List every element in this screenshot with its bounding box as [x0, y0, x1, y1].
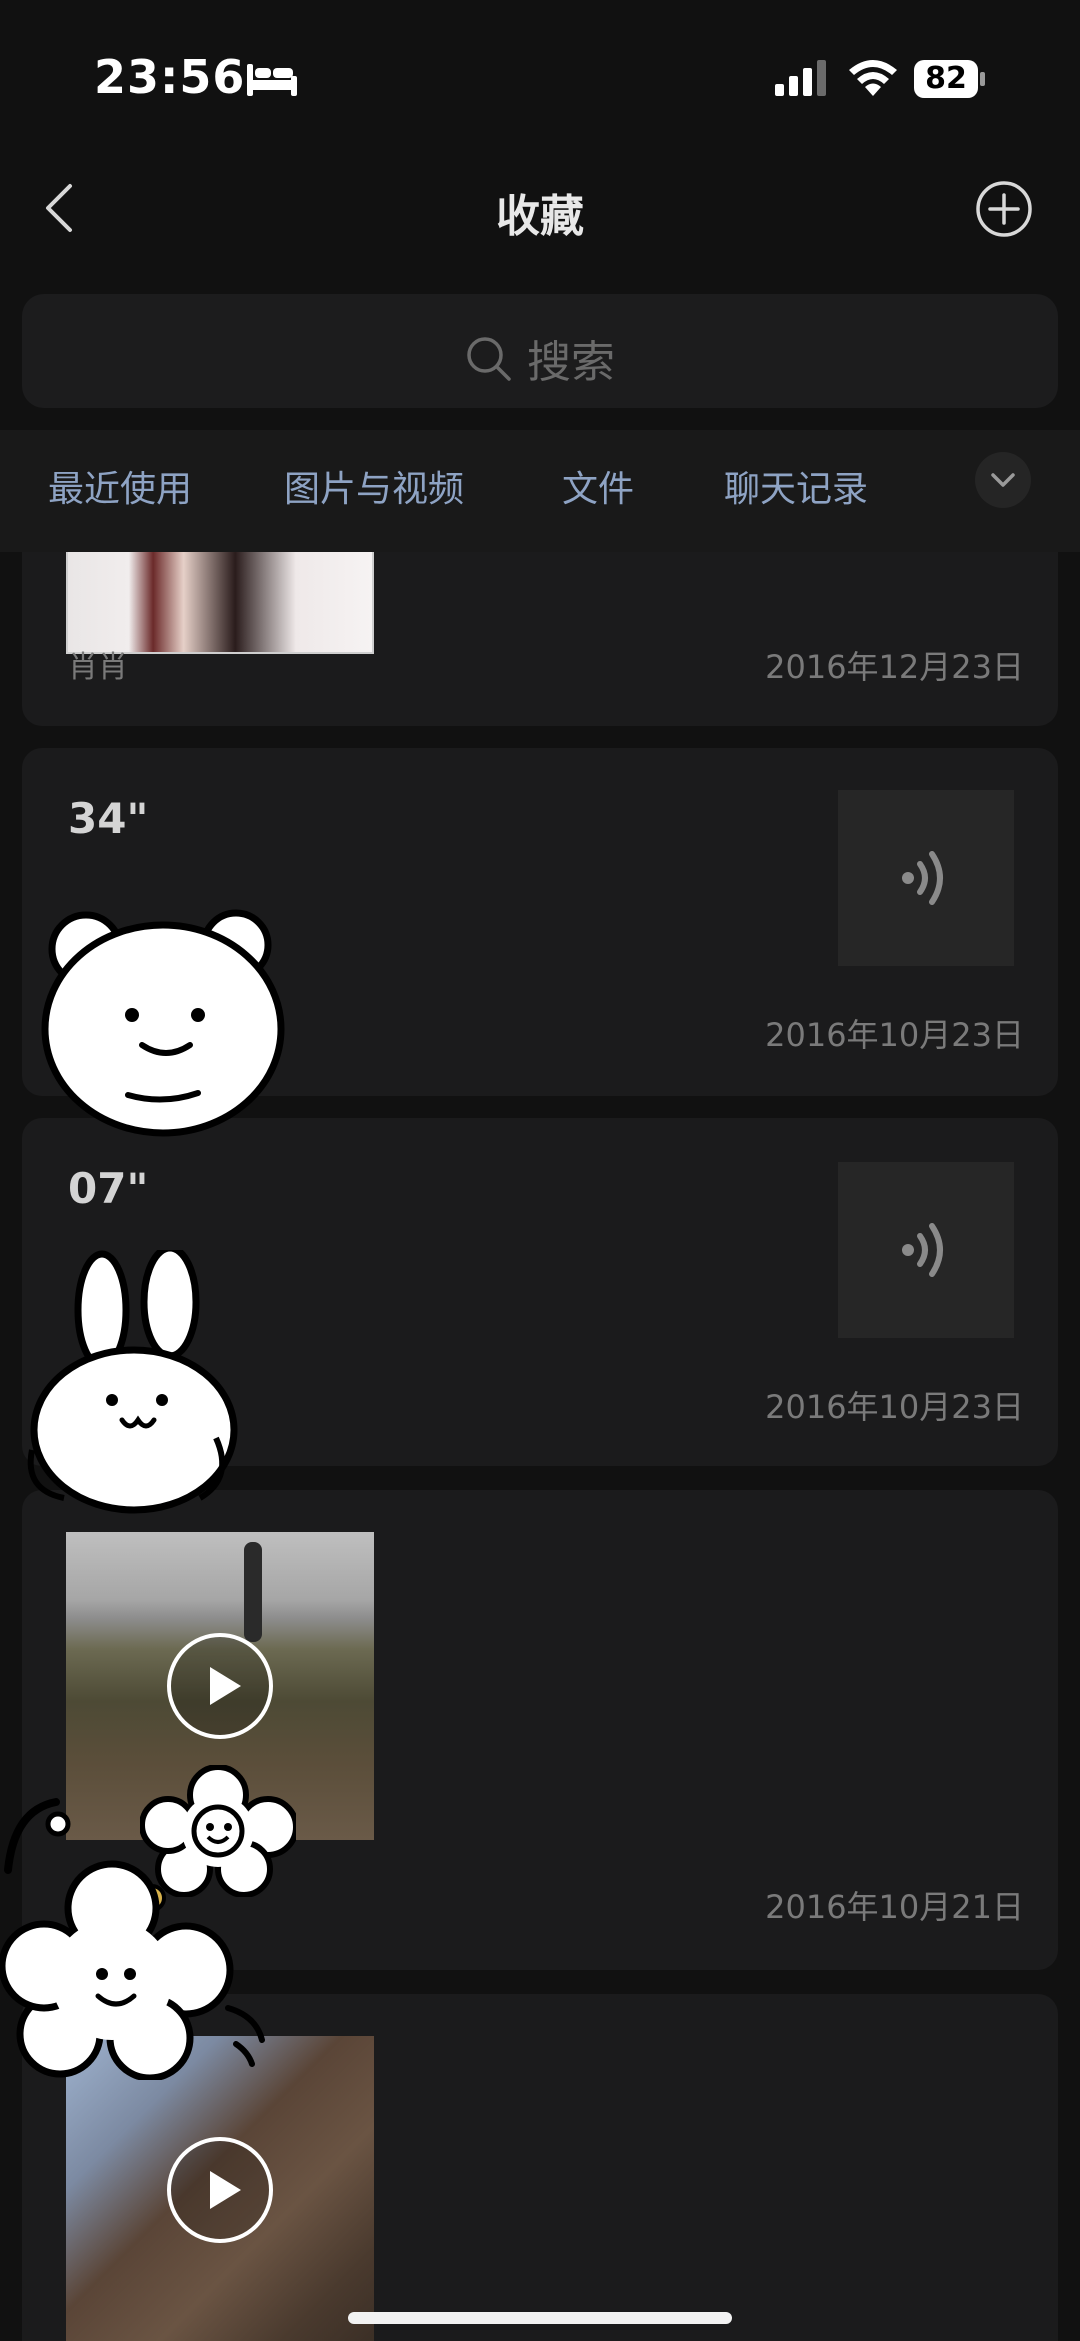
voice-wave-icon	[902, 851, 943, 905]
tab-recent[interactable]: 最近使用	[48, 460, 192, 512]
search-bar[interactable]: 搜索	[22, 294, 1058, 408]
home-indicator[interactable]	[348, 2312, 732, 2324]
search-field[interactable]: 搜索	[22, 326, 1058, 390]
page-title: 收藏	[496, 191, 584, 242]
play-icon[interactable]	[165, 1631, 275, 1741]
wifi-icon	[849, 60, 897, 96]
voice-wave-icon	[902, 1223, 943, 1277]
item-date: 2016年12月23日	[765, 648, 1024, 686]
bear-sticker	[41, 909, 285, 1137]
tab-chat-history[interactable]: 聊天记录	[724, 460, 868, 512]
tab-images-videos[interactable]: 图片与视频	[284, 460, 464, 512]
big-flower-sticker	[0, 1798, 265, 2080]
tabs-more-button[interactable]	[975, 452, 1031, 508]
bunny-sticker	[27, 1250, 238, 1514]
status-time: 23:56	[94, 50, 246, 104]
voice-duration: 34"	[68, 794, 149, 843]
chevron-down-icon	[991, 473, 1015, 487]
item-date: 2016年10月23日	[765, 1388, 1024, 1426]
voice-play-button[interactable]	[838, 790, 1014, 966]
plus-circle-icon[interactable]	[975, 180, 1033, 238]
sleep-bed-icon	[247, 64, 297, 96]
item-source: 肖肖	[68, 650, 128, 685]
battery-level: 82	[914, 60, 978, 98]
battery-tip	[980, 72, 985, 86]
video-thumbnail[interactable]	[66, 2036, 374, 2341]
tab-files[interactable]: 文件	[562, 460, 634, 512]
cellular-signal-icon	[775, 60, 826, 96]
voice-duration: 07"	[68, 1164, 149, 1213]
search-icon	[467, 337, 511, 381]
play-icon[interactable]	[165, 2135, 275, 2245]
video-figure	[244, 1542, 262, 1642]
item-date: 2016年10月21日	[765, 1888, 1024, 1926]
voice-play-button[interactable]	[838, 1162, 1014, 1338]
search-placeholder: 搜索	[527, 337, 615, 388]
item-date: 2016年10月23日	[765, 1016, 1024, 1054]
